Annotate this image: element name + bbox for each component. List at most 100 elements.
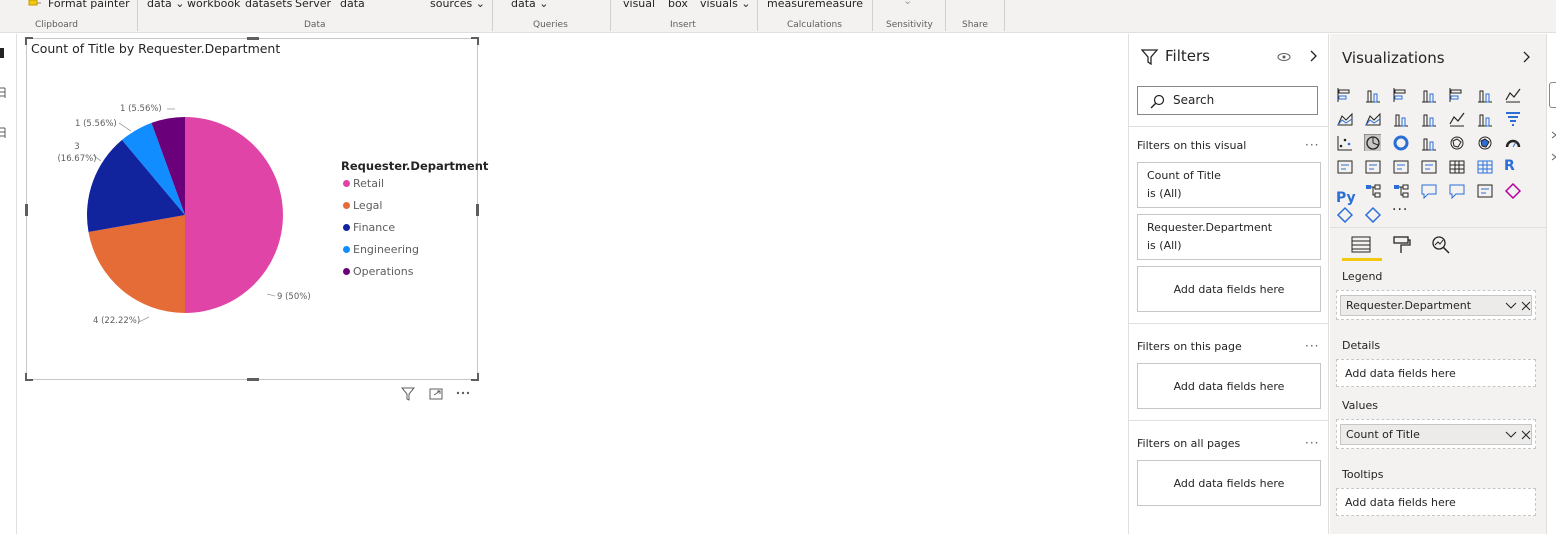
funnel-chart-icon[interactable] (1504, 110, 1521, 127)
values-field-chip[interactable]: Count of Title (1340, 424, 1532, 445)
legend-well[interactable]: Requester.Department (1336, 290, 1536, 320)
slicer-chart-icon[interactable] (1420, 158, 1437, 175)
gauge-chart-icon[interactable] (1504, 134, 1521, 151)
data-view-icon[interactable] (0, 86, 8, 100)
add-visual-filter-well[interactable]: Add data fields here (1137, 266, 1321, 312)
more-options-icon[interactable]: ··· (1305, 339, 1319, 353)
tooltips-well[interactable]: Add data fields here (1336, 488, 1536, 516)
table-chart-icon[interactable] (1448, 158, 1465, 175)
filter-search-input[interactable]: Search (1137, 86, 1318, 115)
format-painter-button[interactable]: Format painter (48, 0, 130, 10)
resize-handle[interactable] (247, 37, 259, 40)
stacked-bar-chart-icon[interactable] (1336, 86, 1353, 103)
collapse-chevron-icon[interactable] (1522, 50, 1532, 64)
report-canvas[interactable]: Count of Title by Requester.Department 9… (18, 34, 1128, 534)
arcgis-chart-icon[interactable] (1364, 206, 1381, 223)
expand-chevron-icon[interactable] (1551, 130, 1556, 164)
model-view-icon[interactable] (0, 126, 8, 140)
sensitivity-dropdown[interactable]: ⌄ (903, 0, 912, 7)
legend-item-engineering[interactable]: Engineering (343, 243, 419, 256)
key-influencers-chart-icon[interactable] (1364, 182, 1381, 199)
filled-map-chart-icon[interactable] (1476, 134, 1493, 151)
remove-field-icon[interactable] (1521, 430, 1531, 440)
datasets-button[interactable]: datasets (245, 0, 292, 10)
transform-data-button[interactable]: data ⌄ (511, 0, 549, 10)
matrix-chart-icon[interactable] (1476, 158, 1493, 175)
more-visuals-button[interactable]: visuals ⌄ (700, 0, 751, 10)
new-visual-button[interactable]: visual (623, 0, 655, 10)
100-stacked-bar-chart-icon[interactable] (1448, 86, 1465, 103)
add-report-filter-well[interactable]: Add data fields here (1137, 460, 1321, 506)
multi-row-card-chart-icon[interactable] (1364, 158, 1381, 175)
more-options-icon[interactable]: ··· (1305, 436, 1319, 450)
donut-chart-icon[interactable] (1392, 134, 1409, 151)
resize-handle[interactable] (476, 204, 479, 216)
pie-slice-retail[interactable] (185, 117, 283, 313)
pie-chart[interactable]: 9 (50%) 4 (22.22%) 3 (16.67%) 1 (5.56%)1 (5.… (27, 39, 479, 381)
waterfall-chart-icon[interactable] (1476, 110, 1493, 127)
clustered-column-chart-icon[interactable] (1420, 86, 1437, 103)
chevron-down-icon[interactable] (1505, 301, 1517, 311)
qa-chart-icon[interactable] (1420, 182, 1437, 199)
format-paint-roller-icon[interactable] (1391, 235, 1413, 255)
treemap-chart-icon[interactable] (1420, 134, 1437, 151)
get-data-button[interactable]: data ⌄ (147, 0, 185, 10)
excel-workbook-button[interactable]: workbook (187, 0, 240, 10)
report-view-icon[interactable] (0, 46, 8, 60)
power-apps-chart-icon[interactable] (1504, 182, 1521, 199)
stacked-area-chart-icon[interactable] (1364, 110, 1381, 127)
chevron-down-icon[interactable] (1505, 430, 1517, 440)
smart-narrative-chart-icon[interactable] (1448, 182, 1465, 199)
100-stacked-column-chart-icon[interactable] (1476, 86, 1493, 103)
legend-field-chip[interactable]: Requester.Department (1340, 295, 1532, 316)
pie-chart-icon[interactable] (1364, 134, 1381, 151)
recent-sources-button[interactable]: sources ⌄ (430, 0, 485, 10)
values-well[interactable]: Count of Title (1336, 419, 1536, 449)
add-page-filter-well[interactable]: Add data fields here (1137, 363, 1321, 409)
power-automate-chart-icon[interactable] (1336, 206, 1353, 223)
pie-slice-legal[interactable] (88, 215, 185, 313)
quick-measure-button[interactable]: measure (815, 0, 863, 10)
resize-handle[interactable] (471, 37, 479, 45)
line-chart-icon[interactable] (1504, 86, 1521, 103)
filter-icon[interactable] (400, 387, 416, 401)
scatter-chart-icon[interactable] (1336, 134, 1353, 151)
stacked-column-chart-icon[interactable] (1364, 86, 1381, 103)
paginated-report-chart-icon[interactable] (1476, 182, 1493, 199)
clustered-bar-chart-icon[interactable] (1392, 86, 1409, 103)
legend-item-retail[interactable]: Retail (343, 177, 384, 190)
more-options-icon[interactable]: ··· (1305, 138, 1319, 152)
pie-chart-visual[interactable]: Count of Title by Requester.Department 9… (25, 37, 488, 381)
analytics-magnifier-icon[interactable] (1430, 235, 1452, 255)
decomposition-tree-chart-icon[interactable] (1392, 182, 1409, 199)
resize-handle[interactable] (247, 378, 259, 381)
resize-handle[interactable] (471, 373, 479, 381)
fields-tab-icon[interactable] (1350, 235, 1372, 255)
resize-handle[interactable] (25, 204, 28, 216)
collapse-chevron-icon[interactable] (1309, 49, 1319, 63)
line-clustered-column-chart-icon[interactable] (1420, 110, 1437, 127)
card-chart-icon[interactable] (1336, 158, 1353, 175)
eye-icon[interactable] (1277, 51, 1291, 63)
fields-pane-tab[interactable] (1549, 82, 1556, 108)
enter-data-button[interactable]: data (340, 0, 365, 10)
more-visuals-icon[interactable]: ··· (1392, 202, 1409, 219)
sql-server-button[interactable]: Server (295, 0, 331, 10)
kpi-chart-icon[interactable] (1392, 158, 1409, 175)
new-measure-button[interactable]: measure (767, 0, 815, 10)
area-chart-icon[interactable] (1336, 110, 1353, 127)
legend-item-legal[interactable]: Legal (343, 199, 382, 212)
resize-handle[interactable] (25, 373, 33, 381)
details-well[interactable]: Add data fields here (1336, 359, 1536, 387)
legend-item-operations[interactable]: Operations (343, 265, 413, 278)
r-visual-icon[interactable]: R (1504, 158, 1521, 175)
more-options-icon[interactable] (456, 391, 460, 395)
python-visual-icon[interactable]: Py (1336, 190, 1356, 207)
map-chart-icon[interactable] (1448, 134, 1465, 151)
filter-card-count-of-title[interactable]: Count of Title is (All) (1137, 162, 1321, 208)
resize-handle[interactable] (25, 37, 33, 45)
legend-item-finance[interactable]: Finance (343, 221, 395, 234)
text-box-button[interactable]: box (668, 0, 688, 10)
filter-card-requester-department[interactable]: Requester.Department is (All) (1137, 214, 1321, 260)
ribbon-chart-icon[interactable] (1448, 110, 1465, 127)
